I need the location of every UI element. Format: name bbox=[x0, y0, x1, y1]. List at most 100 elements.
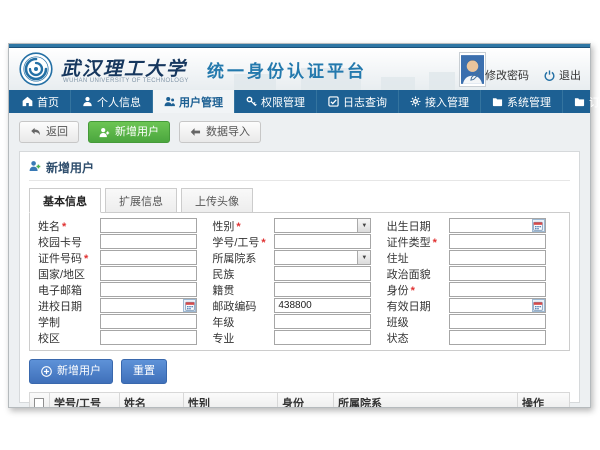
field-label: 校区 bbox=[38, 330, 100, 346]
education-length-input[interactable] bbox=[100, 314, 197, 329]
change-password-link[interactable]: 修改密码 bbox=[470, 67, 529, 83]
field-label: 证件号码* bbox=[38, 250, 100, 266]
field-label: 进校日期 bbox=[38, 298, 100, 314]
field-input-wrap bbox=[274, 298, 371, 313]
form-box: 姓名*性别*▼出生日期校园卡号学号/工号*证件类型*证件号码*所属院系▼住址国家… bbox=[29, 212, 570, 351]
section-title: 新增用户 bbox=[29, 156, 570, 181]
table-column-header: 身份 bbox=[278, 392, 334, 407]
back-button[interactable]: 返回 bbox=[19, 121, 79, 143]
import-arrow-icon bbox=[190, 127, 201, 137]
content-area: 返回 新增用户 数据导入 新增用户 基本信息 bbox=[9, 113, 590, 407]
field-input-wrap bbox=[100, 298, 197, 313]
form-field-native-place: 籍贯 bbox=[212, 282, 386, 297]
postal-code-input[interactable] bbox=[274, 298, 371, 313]
field-label: 学号/工号* bbox=[212, 234, 274, 250]
checklist-icon bbox=[328, 96, 339, 107]
field-label: 住址 bbox=[387, 250, 449, 266]
field-label: 证件类型* bbox=[387, 234, 449, 250]
field-label: 出生日期 bbox=[387, 218, 449, 234]
field-input-wrap: ▼ bbox=[274, 218, 371, 233]
new-user-panel: 新增用户 基本信息扩展信息上传头像 姓名*性别*▼出生日期校园卡号学号/工号*证… bbox=[19, 151, 580, 403]
field-label: 电子邮箱 bbox=[38, 282, 100, 298]
nav-item-label: 接入管理 bbox=[425, 94, 469, 110]
home-icon bbox=[22, 96, 33, 107]
table-header-row: 学号/工号姓名性别身份所属院系操作 bbox=[30, 392, 570, 407]
user-add-icon bbox=[29, 160, 41, 175]
user-table: 学号/工号姓名性别身份所属院系操作 bbox=[29, 392, 570, 407]
field-label: 所属院系 bbox=[212, 250, 274, 266]
field-input-wrap: ▼ bbox=[274, 250, 371, 265]
field-input-wrap bbox=[449, 250, 546, 265]
campus-card-no-input[interactable] bbox=[100, 234, 197, 249]
grade-input[interactable] bbox=[274, 314, 371, 329]
form-field-department: 所属院系 ▼ bbox=[212, 250, 386, 265]
toolbar-add-user-button[interactable]: 新增用户 bbox=[88, 121, 170, 143]
field-label: 性别* bbox=[212, 218, 274, 234]
nav-item-system-management[interactable]: 系统管理 bbox=[481, 90, 563, 113]
nav-item-label: 用户管理 bbox=[179, 94, 223, 110]
field-input-wrap bbox=[274, 266, 371, 281]
nav-item-label: 订阅管理 bbox=[589, 94, 600, 110]
power-icon bbox=[544, 70, 555, 81]
address-input[interactable] bbox=[449, 250, 546, 265]
form-field-campus: 校区 bbox=[38, 330, 212, 345]
major-input[interactable] bbox=[274, 330, 371, 345]
nav-item-user-management[interactable]: 用户管理 bbox=[153, 90, 235, 113]
identity-input[interactable] bbox=[449, 282, 546, 297]
data-import-button[interactable]: 数据导入 bbox=[179, 121, 261, 143]
table-column-header: 所属院系 bbox=[334, 392, 518, 407]
toolbar-add-user-label: 新增用户 bbox=[115, 125, 159, 139]
logout-link[interactable]: 退出 bbox=[544, 67, 581, 83]
field-label: 有效日期 bbox=[387, 298, 449, 314]
calendar-icon[interactable] bbox=[183, 299, 196, 312]
nav-item-permission-management[interactable]: 权限管理 bbox=[235, 90, 317, 113]
nav-item-access-management[interactable]: 接入管理 bbox=[399, 90, 481, 113]
field-input-wrap bbox=[100, 250, 197, 265]
student-id-input[interactable] bbox=[274, 234, 371, 249]
reset-button[interactable]: 重置 bbox=[121, 359, 167, 383]
id-number-input[interactable] bbox=[100, 250, 197, 265]
campus-input[interactable] bbox=[100, 330, 197, 345]
nav-item-subscription-management[interactable]: 订阅管理 bbox=[563, 90, 600, 113]
calendar-icon[interactable] bbox=[532, 219, 545, 232]
nav-item-log-query[interactable]: 日志查询 bbox=[317, 90, 399, 113]
form-field-ethnicity: 民族 bbox=[212, 266, 386, 281]
nav-item-home[interactable]: 首页 bbox=[11, 90, 71, 113]
tab-upload-avatar[interactable]: 上传头像 bbox=[181, 188, 253, 213]
select-all-checkbox[interactable] bbox=[34, 398, 44, 407]
native-place-input[interactable] bbox=[274, 282, 371, 297]
country-region-input[interactable] bbox=[100, 266, 197, 281]
table-column-header: 操作 bbox=[518, 392, 570, 407]
change-password-label: 修改密码 bbox=[485, 67, 529, 83]
form-field-student-id: 学号/工号* bbox=[212, 234, 386, 249]
building-silhouette bbox=[429, 72, 455, 90]
field-label: 身份* bbox=[387, 282, 449, 298]
field-label: 国家/地区 bbox=[38, 266, 100, 282]
status-input[interactable] bbox=[449, 330, 546, 345]
email-input[interactable] bbox=[100, 282, 197, 297]
pencil-icon bbox=[470, 70, 481, 81]
main-nav: 首页个人信息用户管理权限管理日志查询接入管理系统管理订阅管理 bbox=[9, 90, 590, 113]
calendar-icon[interactable] bbox=[532, 299, 545, 312]
table-header-checkbox-cell bbox=[30, 392, 50, 407]
tab-extended-info[interactable]: 扩展信息 bbox=[105, 188, 177, 213]
ethnicity-input[interactable] bbox=[274, 266, 371, 281]
tab-basic-info[interactable]: 基本信息 bbox=[29, 188, 101, 213]
form-field-address: 住址 bbox=[387, 250, 561, 265]
dropdown-arrow-icon[interactable]: ▼ bbox=[357, 251, 370, 264]
field-input-wrap bbox=[100, 314, 197, 329]
name-input[interactable] bbox=[100, 218, 197, 233]
app-header: 武汉理工大学 WUHAN UNIVERSITY OF TECHNOLOGY 统一… bbox=[9, 48, 590, 90]
field-input-wrap bbox=[274, 314, 371, 329]
id-type-input[interactable] bbox=[449, 234, 546, 249]
political-status-input[interactable] bbox=[449, 266, 546, 281]
required-asterisk: * bbox=[236, 221, 240, 233]
required-asterisk: * bbox=[433, 237, 437, 249]
dropdown-arrow-icon[interactable]: ▼ bbox=[357, 219, 370, 232]
required-asterisk: * bbox=[62, 221, 66, 233]
field-input-wrap bbox=[100, 218, 197, 233]
form-field-gender: 性别* ▼ bbox=[212, 218, 386, 233]
nav-item-profile[interactable]: 个人信息 bbox=[71, 90, 153, 113]
submit-add-user-button[interactable]: 新增用户 bbox=[29, 359, 113, 383]
class-input[interactable] bbox=[449, 314, 546, 329]
